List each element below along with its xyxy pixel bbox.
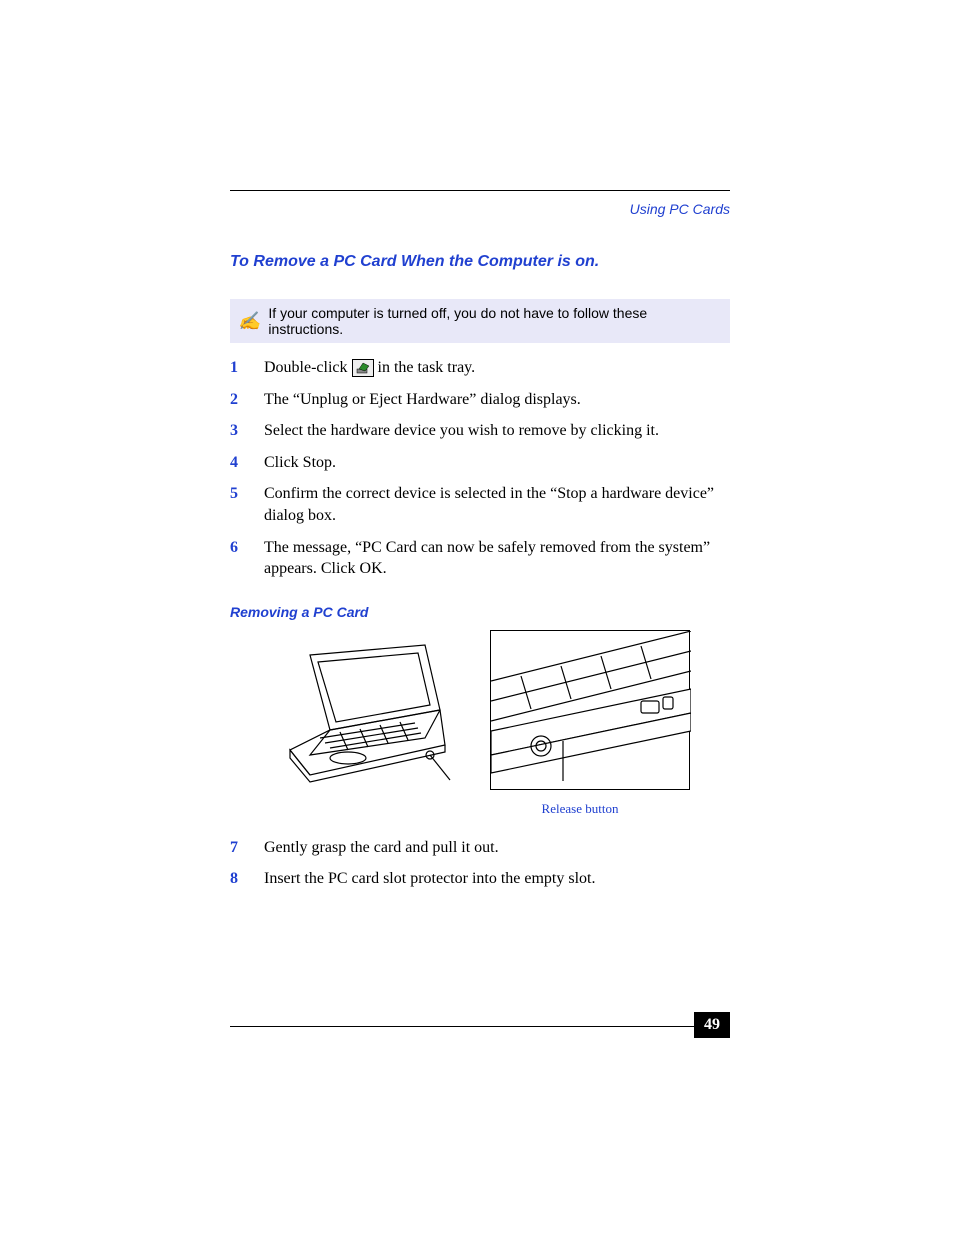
step-text-post: in the task tray. <box>378 359 476 376</box>
step-item: 3 Select the hardware device you wish to… <box>230 420 730 442</box>
step-text: The “Unplug or Eject Hardware” dialog di… <box>264 389 730 411</box>
detail-illustration <box>490 630 690 790</box>
page-title: To Remove a PC Card When the Computer is… <box>230 253 730 271</box>
step-text: Click Stop. <box>264 452 730 474</box>
note-text: If your computer is turned off, you do n… <box>268 305 722 337</box>
step-number: 1 <box>230 357 244 379</box>
page-number: 49 <box>694 1012 730 1038</box>
step-text: Gently grasp the card and pull it out. <box>264 837 730 859</box>
step-text: The message, “PC Card can now be safely … <box>264 537 730 580</box>
step-number: 4 <box>230 452 244 474</box>
step-number: 7 <box>230 837 244 859</box>
step-text: Select the hardware device you wish to r… <box>264 420 730 442</box>
steps-list-1: 1 Double-click in the task tray. 2 The “… <box>230 357 730 580</box>
step-item: 1 Double-click in the task tray. <box>230 357 730 379</box>
laptop-illustration <box>270 630 470 795</box>
note-pencil-icon: ✍ <box>238 311 260 332</box>
step-text: Confirm the correct device is selected i… <box>264 483 730 526</box>
top-rule <box>230 190 730 191</box>
figure-heading: Removing a PC Card <box>230 604 730 620</box>
step-item: 4 Click Stop. <box>230 452 730 474</box>
step-number: 8 <box>230 868 244 890</box>
figure <box>230 630 730 795</box>
step-text-pre: Double-click <box>264 359 352 376</box>
step-number: 3 <box>230 420 244 442</box>
note-box: ✍ If your computer is turned off, you do… <box>230 299 730 343</box>
step-text: Double-click in the task tray. <box>264 357 730 379</box>
step-number: 6 <box>230 537 244 580</box>
step-text: Insert the PC card slot protector into t… <box>264 868 730 890</box>
figure-caption: Release button <box>430 801 730 817</box>
section-header: Using PC Cards <box>230 201 730 217</box>
step-item: 2 The “Unplug or Eject Hardware” dialog … <box>230 389 730 411</box>
eject-hardware-icon <box>352 359 374 377</box>
footer-rule <box>230 1026 730 1027</box>
step-number: 2 <box>230 389 244 411</box>
steps-list-2: 7 Gently grasp the card and pull it out.… <box>230 837 730 890</box>
step-item: 7 Gently grasp the card and pull it out. <box>230 837 730 859</box>
step-item: 6 The message, “PC Card can now be safel… <box>230 537 730 580</box>
step-number: 5 <box>230 483 244 526</box>
page-content: Using PC Cards To Remove a PC Card When … <box>230 190 730 900</box>
step-item: 8 Insert the PC card slot protector into… <box>230 868 730 890</box>
step-item: 5 Confirm the correct device is selected… <box>230 483 730 526</box>
